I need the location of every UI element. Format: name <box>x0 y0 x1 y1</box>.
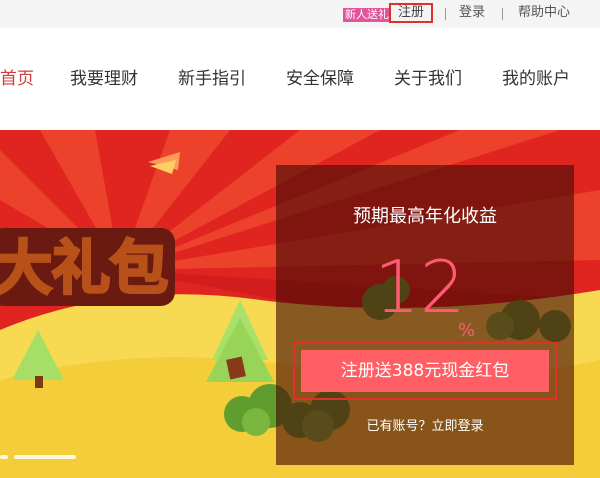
nav-item-beginner-guide[interactable]: 新手指引 <box>178 67 246 91</box>
nav-item-home[interactable]: 首页 <box>0 67 34 91</box>
signup-bonus-button[interactable]: 注册送388元现金红包 <box>301 350 549 392</box>
hero-banner[interactable]: 大礼包 预期最高年化收益 12 % 注册送388元现金红包 已有账号？立即登录 <box>0 130 600 478</box>
panel-title: 预期最高年化收益 <box>353 206 497 227</box>
nav-item-invest[interactable]: 我要理财 <box>70 67 138 91</box>
top-bar: 新人送礼 注册 登录 帮助中心 <box>0 0 600 28</box>
help-center-link[interactable]: 帮助中心 <box>518 5 570 21</box>
register-link[interactable]: 注册 <box>389 3 433 23</box>
divider <box>502 8 503 20</box>
rate-percent-sign: % <box>458 320 476 341</box>
new-user-gift-badge[interactable]: 新人送礼 <box>343 8 391 22</box>
signup-panel: 预期最高年化收益 12 % 注册送388元现金红包 已有账号？立即登录 <box>276 165 574 465</box>
nav-item-security[interactable]: 安全保障 <box>286 67 354 91</box>
slide-indicator <box>0 455 8 459</box>
banner-headline: 大礼包 <box>0 234 168 302</box>
max-rate-value: 12 <box>374 245 466 329</box>
existing-account-login-link[interactable]: 已有账号？立即登录 <box>276 418 574 436</box>
slide-indicator <box>14 455 76 459</box>
divider <box>445 8 446 20</box>
signup-cta-highlight: 注册送388元现金红包 <box>293 342 557 400</box>
login-link[interactable]: 登录 <box>459 5 485 21</box>
main-nav: 首页 我要理财 新手指引 安全保障 关于我们 我的账户 <box>0 28 600 128</box>
nav-item-about-us[interactable]: 关于我们 <box>394 67 462 91</box>
nav-item-my-account[interactable]: 我的账户 <box>502 67 570 91</box>
